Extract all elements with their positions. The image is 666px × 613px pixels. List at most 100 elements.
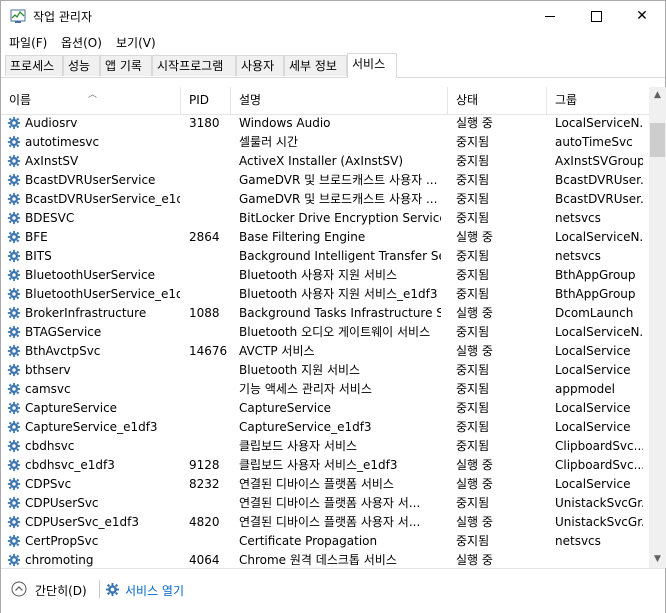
scroll-down-icon[interactable]: ▼ [649, 551, 666, 568]
service-row[interactable]: CaptureService_e1df3 CaptureService_e1df3… [1, 418, 649, 437]
service-gear-icon [7, 363, 21, 377]
service-gear-icon [7, 135, 21, 149]
service-row[interactable]: BTAGService Bluetooth 오디오 게이트웨이 서비스 중지됨 Loc… [1, 323, 649, 342]
service-group: BthAppGroup [555, 287, 636, 301]
service-row[interactable]: bthserv Bluetooth 지원 서비스 중지됨 LocalService [1, 361, 649, 380]
service-row[interactable]: CaptureService CaptureService 중지됨 LocalServ… [1, 399, 649, 418]
open-services-link[interactable]: 서비스 열기 [125, 582, 184, 599]
service-status: 중지됨 [456, 192, 490, 206]
tab-performance[interactable]: 성능 [63, 55, 100, 76]
service-name: cbdhsvc [25, 439, 75, 453]
service-row[interactable]: BluetoothUserService_e1df3 Bluetooth 사용자 … [1, 285, 649, 304]
service-description: 클립보드 사용자 서비스_e1df3 [239, 458, 398, 472]
service-group: AxInstSVGroup [555, 154, 643, 168]
service-row[interactable]: BITS Background Intelligent Transfer Ser.… [1, 247, 649, 266]
service-group: ClipboardSvc... [555, 439, 643, 453]
collapse-icon[interactable] [11, 581, 27, 597]
title-bar: 작업 관리자 ✕ [1, 1, 665, 31]
service-row[interactable]: BrokerInfrastructure 1088 Background Tasks… [1, 304, 649, 323]
service-row[interactable]: chromoting 4064 Chrome 원격 데스크톱 서비스 실행 중 [1, 551, 649, 567]
service-name: AxInstSV [25, 154, 79, 168]
service-gear-icon [7, 192, 21, 206]
service-gear-icon [7, 325, 21, 339]
service-row[interactable]: autotimesvc 셀룰러 시간 중지됨 autoTimeSvc [1, 133, 649, 152]
tab-users[interactable]: 사용자 [236, 55, 284, 76]
tab-processes[interactable]: 프로세스 [5, 55, 63, 76]
service-status: 실행 중 [456, 458, 493, 472]
service-group: DcomLaunch [555, 306, 634, 320]
service-row[interactable]: AxInstSV ActiveX Installer (AxInstSV) 중지됨 A… [1, 152, 649, 171]
service-row[interactable]: cbdhsvc_e1df3 9128 클립보드 사용자 서비스_e1df3 실행 중 C… [1, 456, 649, 475]
service-description: 연결된 디바이스 플랫폼 사용자 서... [239, 515, 421, 529]
column-header-pid[interactable]: PID [181, 87, 231, 114]
scroll-up-icon[interactable]: ▲ [649, 87, 666, 104]
service-status: 실행 중 [456, 477, 493, 491]
tab-app-history[interactable]: 앱 기록 [100, 55, 152, 76]
service-description: AVCTP 서비스 [239, 344, 315, 358]
service-gear-icon [7, 306, 21, 320]
service-row[interactable]: BDESVC BitLocker Drive Encryption Service… [1, 209, 649, 228]
service-description: BitLocker Drive Encryption Service [239, 211, 441, 225]
service-group: LocalService [555, 401, 631, 415]
service-status: 실행 중 [456, 344, 493, 358]
service-row[interactable]: BluetoothUserService Bluetooth 사용자 지원 서비스… [1, 266, 649, 285]
service-name: camsvc [25, 382, 71, 396]
collapse-label[interactable]: 간단히(D) [35, 582, 87, 599]
service-row[interactable]: BFE 2864 Base Filtering Engine 실행 중 LocalSer… [1, 228, 649, 247]
service-gear-icon [7, 249, 21, 263]
service-row[interactable]: CDPUserSvc_e1df3 4820 연결된 디바이스 플랫폼 사용자 서..… [1, 513, 649, 532]
column-header-status[interactable]: 상태 [448, 87, 547, 114]
footer-divider [99, 580, 100, 598]
service-row[interactable]: BcastDVRUserService GameDVR 및 브로드캐스트 사용자 … [1, 171, 649, 190]
service-name: CDPUserSvc [25, 496, 99, 510]
minimize-button[interactable] [527, 1, 573, 31]
menu-view[interactable]: 보기(V) [116, 34, 156, 51]
maximize-button[interactable] [573, 1, 619, 31]
service-group: ClipboardSvc... [555, 458, 643, 472]
column-header-description[interactable]: 설명 [231, 87, 448, 114]
service-row[interactable]: Audiosrv 3180 Windows Audio 실행 중 LocalServic… [1, 114, 649, 133]
service-status: 중지됨 [456, 363, 490, 377]
service-gear-icon [7, 382, 21, 396]
service-row[interactable]: BcastDVRUserService_e1df3 GameDVR 및 브로드캐스… [1, 190, 649, 209]
scrollbar-thumb[interactable] [650, 123, 665, 157]
tab-details[interactable]: 세부 정보 [284, 55, 347, 76]
service-status: 중지됨 [456, 287, 490, 301]
vertical-scrollbar[interactable]: ▲ ▼ [649, 87, 666, 568]
menu-file[interactable]: 파일(F) [9, 34, 47, 51]
service-group: netsvcs [555, 534, 601, 548]
services-table-body: Audiosrv 3180 Windows Audio 실행 중 LocalServic… [1, 114, 649, 567]
services-gear-icon [105, 582, 120, 597]
service-group: LocalService [555, 477, 631, 491]
service-description: ActiveX Installer (AxInstSV) [239, 154, 404, 168]
service-status: 중지됨 [456, 382, 490, 396]
service-pid: 3180 [189, 116, 220, 130]
service-name: autotimesvc [25, 135, 100, 149]
service-gear-icon [7, 439, 21, 453]
service-pid: 1088 [189, 306, 220, 320]
service-pid: 8232 [189, 477, 220, 491]
service-row[interactable]: CDPSvc 8232 연결된 디바이스 플랫폼 서비스 실행 중 LocalServi… [1, 475, 649, 494]
service-row[interactable]: CDPUserSvc 연결된 디바이스 플랫폼 사용자 서... 중지됨 Unista… [1, 494, 649, 513]
service-name: BDESVC [25, 211, 75, 225]
service-group: BcastDVRUser... [555, 173, 643, 187]
service-row[interactable]: CertPropSvc Certificate Propagation 중지됨 net… [1, 532, 649, 551]
service-gear-icon [7, 553, 21, 567]
service-name: chromoting [25, 553, 94, 567]
minimize-icon [545, 15, 555, 17]
service-name: BcastDVRUserService [25, 173, 156, 187]
close-button[interactable]: ✕ [619, 1, 665, 31]
service-row[interactable]: cbdhsvc 클립보드 사용자 서비스 중지됨 ClipboardSvc... [1, 437, 649, 456]
column-header-name[interactable]: 이름 [1, 87, 181, 114]
tab-services[interactable]: 서비스 [347, 53, 397, 78]
service-name: BthAvctpSvc [25, 344, 101, 358]
service-pid: 4064 [189, 553, 220, 567]
service-name: BcastDVRUserService_e1df3 [25, 192, 180, 206]
service-row[interactable]: camsvc 기능 액세스 관리자 서비스 중지됨 appmodel [1, 380, 649, 399]
tab-startup[interactable]: 시작프로그램 [152, 55, 236, 76]
service-row[interactable]: BthAvctpSvc 14676 AVCTP 서비스 실행 중 LocalServic… [1, 342, 649, 361]
service-status: 실행 중 [456, 116, 493, 130]
menu-options[interactable]: 옵션(O) [61, 34, 102, 51]
column-header-group[interactable]: 그룹 [547, 87, 649, 114]
footer-bar: 간단히(D) 서비스 열기 [1, 568, 665, 613]
